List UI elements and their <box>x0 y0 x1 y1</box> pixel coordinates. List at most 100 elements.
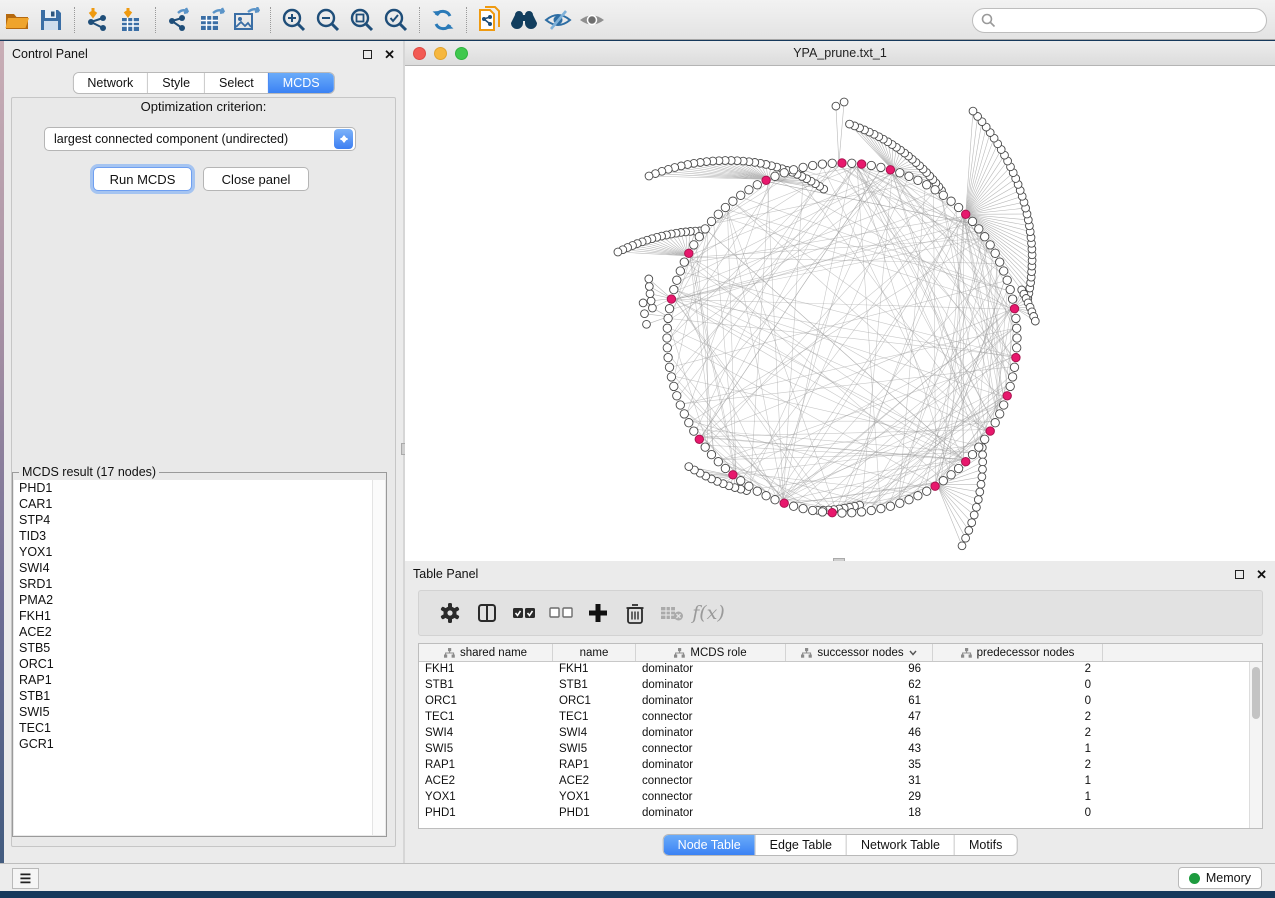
mcds-result-item[interactable]: CAR1 <box>14 496 385 512</box>
criterion-selected-value: largest connected component (undirected) <box>45 132 334 146</box>
mcds-result-item[interactable]: YOX1 <box>14 544 385 560</box>
table-cell: connector <box>636 710 786 726</box>
run-mcds-button[interactable]: Run MCDS <box>93 167 192 191</box>
mcds-result-item[interactable]: TEC1 <box>14 720 385 736</box>
mcds-result-item[interactable]: STB5 <box>14 640 385 656</box>
column-header-mcds-role[interactable]: MCDS role <box>636 644 786 661</box>
tab-style[interactable]: Style <box>147 73 204 93</box>
zoom-fit-icon[interactable] <box>345 5 379 35</box>
table-row[interactable]: ACE2ACE2connector311 <box>419 774 1262 790</box>
unselect-all-columns-icon[interactable] <box>542 595 579 631</box>
tab-network[interactable]: Network <box>73 73 147 93</box>
zoom-selected-icon[interactable] <box>379 5 413 35</box>
tab-node-table[interactable]: Node Table <box>664 835 755 855</box>
table-row[interactable]: RAP1RAP1dominator352 <box>419 758 1262 774</box>
tab-network-table[interactable]: Network Table <box>846 835 954 855</box>
table-cell: 0 <box>933 694 1103 710</box>
export-image-icon[interactable] <box>230 5 264 35</box>
memory-button[interactable]: Memory <box>1178 867 1262 889</box>
table-cell: connector <box>636 774 786 790</box>
table-cell: dominator <box>636 678 786 694</box>
column-header-successor-nodes[interactable]: successor nodes <box>786 644 933 661</box>
table-cell: 29 <box>786 790 933 806</box>
mcds-result-item[interactable]: STP4 <box>14 512 385 528</box>
table-cell: connector <box>636 790 786 806</box>
close-panel-icon[interactable]: ✕ <box>1256 568 1267 581</box>
show-column-icon[interactable] <box>468 595 505 631</box>
table-row[interactable]: SWI5SWI5connector431 <box>419 742 1262 758</box>
search-icon <box>981 13 996 28</box>
table-row[interactable]: ORC1ORC1dominator610 <box>419 694 1262 710</box>
search-input[interactable] <box>996 11 1266 31</box>
mcds-list-scrollbar[interactable] <box>372 480 385 835</box>
mcds-result-item[interactable]: GCR1 <box>14 736 385 752</box>
table-row[interactable]: TEC1TEC1connector472 <box>419 710 1262 726</box>
function-builder-icon-disabled: f(x) <box>690 595 727 631</box>
table-cell: YOX1 <box>553 790 636 806</box>
column-header-shared-name[interactable]: shared name <box>419 644 553 661</box>
open-session-icon[interactable] <box>0 5 34 35</box>
float-panel-icon[interactable] <box>1235 570 1244 579</box>
main-toolbar <box>0 0 1275 40</box>
toolbar-separator <box>155 7 156 33</box>
mcds-result-item[interactable]: ACE2 <box>14 624 385 640</box>
show-details-eye-icon[interactable] <box>575 5 609 35</box>
tab-motifs[interactable]: Motifs <box>954 835 1016 855</box>
table-row[interactable]: PHD1PHD1dominator180 <box>419 806 1262 822</box>
table-cell: 2 <box>933 662 1103 678</box>
network-graph-canvas[interactable] <box>405 66 1273 559</box>
network-title: YPA_prune.txt_1 <box>405 46 1275 60</box>
table-cell: TEC1 <box>419 710 553 726</box>
mcds-result-item[interactable]: SWI5 <box>14 704 385 720</box>
save-session-icon[interactable] <box>34 5 68 35</box>
table-row[interactable]: FKH1FKH1dominator962 <box>419 662 1262 678</box>
table-cell: ACE2 <box>553 774 636 790</box>
zoom-in-icon[interactable] <box>277 5 311 35</box>
mcds-result-item[interactable]: ORC1 <box>14 656 385 672</box>
mcds-result-item[interactable]: RAP1 <box>14 672 385 688</box>
table-scrollbar-thumb[interactable] <box>1252 667 1260 719</box>
refresh-icon[interactable] <box>426 5 460 35</box>
mcds-result-item[interactable]: FKH1 <box>14 608 385 624</box>
table-cell: 62 <box>786 678 933 694</box>
tab-select[interactable]: Select <box>204 73 268 93</box>
optimization-criterion-select[interactable]: largest connected component (undirected) <box>44 127 356 151</box>
table-row[interactable]: SWI4SWI4dominator462 <box>419 726 1262 742</box>
toolbar-separator <box>74 7 75 33</box>
delete-column-trash-icon[interactable] <box>616 595 653 631</box>
close-panel-icon[interactable]: ✕ <box>384 48 395 61</box>
search-network-binoculars-icon[interactable] <box>507 5 541 35</box>
import-network-icon[interactable] <box>81 5 115 35</box>
close-panel-button[interactable]: Close panel <box>203 167 309 191</box>
table-row[interactable]: YOX1YOX1connector291 <box>419 790 1262 806</box>
control-panel: Control Panel ✕ Network Style Select MCD… <box>4 41 403 863</box>
float-panel-icon[interactable] <box>363 50 372 59</box>
select-all-columns-icon[interactable] <box>505 595 542 631</box>
create-column-plus-icon[interactable] <box>579 595 616 631</box>
table-cell: RAP1 <box>553 758 636 774</box>
export-table-icon[interactable] <box>196 5 230 35</box>
column-header-predecessor-nodes[interactable]: predecessor nodes <box>933 644 1103 661</box>
table-cell: 18 <box>786 806 933 822</box>
import-table-icon[interactable] <box>115 5 149 35</box>
hide-details-icon[interactable] <box>541 5 575 35</box>
mcds-result-item[interactable]: SWI4 <box>14 560 385 576</box>
tab-mcds[interactable]: MCDS <box>268 73 334 93</box>
export-network-icon[interactable] <box>162 5 196 35</box>
task-history-list-icon[interactable]: ☰ <box>12 868 39 889</box>
tab-edge-table[interactable]: Edge Table <box>755 835 846 855</box>
zoom-out-icon[interactable] <box>311 5 345 35</box>
mcds-result-item[interactable]: STB1 <box>14 688 385 704</box>
table-settings-gear-icon[interactable] <box>431 595 468 631</box>
mcds-result-item[interactable]: TID3 <box>14 528 385 544</box>
search-field[interactable] <box>972 8 1267 33</box>
mcds-result-item[interactable]: PHD1 <box>14 480 385 496</box>
toolbar-separator <box>419 7 420 33</box>
mcds-result-item[interactable]: SRD1 <box>14 576 385 592</box>
table-scrollbar[interactable] <box>1249 662 1262 828</box>
clone-network-icon[interactable] <box>473 5 507 35</box>
column-type-icon <box>674 648 685 658</box>
mcds-result-item[interactable]: PMA2 <box>14 592 385 608</box>
table-row[interactable]: STB1STB1dominator620 <box>419 678 1262 694</box>
column-header-name[interactable]: name <box>553 644 636 661</box>
